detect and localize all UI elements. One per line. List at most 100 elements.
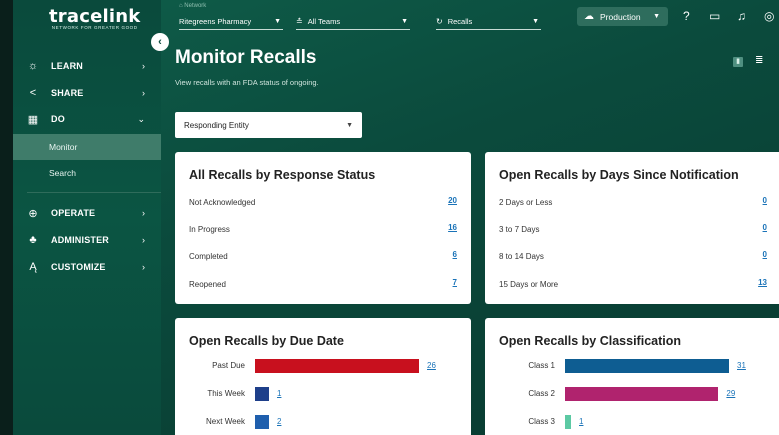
bar-label: Next Week bbox=[206, 417, 245, 426]
caret-down-icon: ▼ bbox=[346, 121, 353, 129]
bar-value[interactable]: 26 bbox=[427, 361, 436, 370]
status-row-label: In Progress bbox=[189, 224, 230, 234]
card-title: Open Recalls by Days Since Notification bbox=[499, 168, 739, 182]
team-select-value: All Teams bbox=[307, 17, 341, 26]
bar-label: Class 1 bbox=[528, 361, 555, 370]
days-row-label: 15 Days or More bbox=[499, 279, 559, 289]
sidebar-item-learn[interactable]: ☼ LEARN › bbox=[13, 55, 161, 77]
user-gear-icon: ♣ bbox=[29, 234, 37, 246]
team-select[interactable]: ≛ All Teams ▼ bbox=[296, 14, 410, 30]
app-select-value: Recalls bbox=[447, 17, 473, 26]
sidebar-item-label: SHARE bbox=[51, 88, 84, 98]
page-subtitle: View recalls with an FDA status of ongoi… bbox=[175, 78, 319, 87]
status-row-label: Completed bbox=[189, 251, 228, 261]
caret-down-icon: ▼ bbox=[274, 18, 281, 25]
app-frame: tracelink NETWORK FOR GREATER GOOD ‹ ☼ L… bbox=[0, 0, 779, 435]
bar-value[interactable]: 2 bbox=[277, 417, 281, 426]
bar[interactable] bbox=[255, 415, 269, 429]
chart-view-icon[interactable]: ▮ bbox=[733, 57, 743, 67]
tracelink-logo[interactable]: tracelink NETWORK FOR GREATER GOOD bbox=[49, 6, 140, 30]
sidebar-divider bbox=[27, 192, 161, 193]
bar-label: Class 2 bbox=[528, 389, 555, 398]
account-icon[interactable]: ◎ bbox=[764, 9, 774, 23]
chat-icon[interactable]: ▭ bbox=[709, 9, 720, 23]
app-select[interactable]: ↻ Recalls ▼ bbox=[436, 14, 541, 30]
card-classification: Open Recalls by Classification Class 1 31… bbox=[485, 318, 779, 435]
network-label-text: Network bbox=[184, 3, 207, 9]
share-icon: < bbox=[29, 87, 37, 99]
status-row-label: Not Acknowledged bbox=[189, 197, 256, 207]
sidebar-item-customize[interactable]: Ą CUSTOMIZE › bbox=[13, 256, 161, 278]
caret-down-icon: ▼ bbox=[401, 18, 408, 25]
days-row-value[interactable]: 0 bbox=[763, 250, 767, 259]
bar-label: Class 3 bbox=[528, 417, 555, 426]
network-select-value: Ritegreens Pharmacy bbox=[179, 17, 252, 26]
environment-button[interactable]: ☁ Production ▼ bbox=[577, 7, 668, 26]
sidebar-item-operate[interactable]: ⊕ OPERATE › bbox=[13, 202, 161, 224]
chevron-right-icon: › bbox=[142, 208, 145, 218]
chevron-right-icon: › bbox=[142, 88, 145, 98]
chevron-down-icon: ⌄ bbox=[137, 113, 145, 124]
bar-value[interactable]: 29 bbox=[726, 389, 735, 398]
status-row-value[interactable]: 6 bbox=[453, 250, 457, 259]
globe-icon: ⊕ bbox=[28, 207, 38, 220]
card-title: Open Recalls by Classification bbox=[499, 334, 682, 348]
days-row-value[interactable]: 0 bbox=[763, 223, 767, 232]
card-due-date: Open Recalls by Due Date Past Due 26 This … bbox=[175, 318, 471, 435]
help-icon[interactable]: ? bbox=[683, 9, 690, 23]
caret-down-icon: ▼ bbox=[653, 13, 660, 20]
responding-entity-dropdown[interactable]: Responding Entity ▼ bbox=[175, 112, 362, 138]
card-days-since-notification: Open Recalls by Days Since Notification … bbox=[485, 152, 779, 304]
bar-value[interactable]: 31 bbox=[737, 361, 746, 370]
sidebar-item-share[interactable]: < SHARE › bbox=[13, 82, 161, 104]
chevron-left-icon[interactable]: ‹ bbox=[151, 33, 169, 51]
cloud-icon: ☁ bbox=[584, 11, 594, 22]
bar[interactable] bbox=[565, 359, 729, 373]
list-view-icon[interactable]: ≣ bbox=[755, 55, 763, 66]
bar-value[interactable]: 1 bbox=[579, 417, 583, 426]
sidebar-item-label: DO bbox=[51, 114, 65, 124]
chevron-right-icon: › bbox=[142, 262, 145, 272]
bell-icon[interactable]: ♫ bbox=[737, 9, 746, 23]
sidebar-item-label: ADMINISTER bbox=[51, 235, 109, 245]
days-row-value[interactable]: 0 bbox=[763, 196, 767, 205]
bar[interactable] bbox=[565, 387, 719, 401]
network-label: ⌂ Network bbox=[179, 3, 206, 9]
card-response-status: All Recalls by Response Status Not Ackno… bbox=[175, 152, 471, 304]
sidebar-item-label: LEARN bbox=[51, 61, 83, 71]
sidebar: tracelink NETWORK FOR GREATER GOOD ‹ ☼ L… bbox=[13, 0, 169, 435]
days-row-label: 3 to 7 Days bbox=[499, 224, 540, 234]
lightbulb-icon: ☼ bbox=[27, 60, 39, 72]
chevron-right-icon: › bbox=[142, 235, 145, 245]
sidebar-item-label: OPERATE bbox=[51, 208, 96, 218]
logo-tagline: NETWORK FOR GREATER GOOD bbox=[51, 25, 138, 30]
bar[interactable] bbox=[255, 387, 269, 401]
window-edge bbox=[0, 0, 13, 435]
page-title: Monitor Recalls bbox=[175, 47, 317, 68]
chevron-right-icon: › bbox=[142, 61, 145, 71]
status-row-label: Reopened bbox=[189, 279, 226, 289]
sidebar-item-do[interactable]: ▦ DO ⌄ bbox=[13, 108, 161, 130]
recalls-icon: ↻ bbox=[436, 17, 443, 26]
network-select[interactable]: Ritegreens Pharmacy ▼ bbox=[179, 14, 283, 30]
bar-label: This Week bbox=[207, 389, 245, 398]
days-row-value[interactable]: 13 bbox=[758, 278, 767, 287]
card-title: All Recalls by Response Status bbox=[189, 168, 376, 182]
caret-down-icon: ▼ bbox=[532, 18, 539, 25]
dropdown-value: Responding Entity bbox=[184, 120, 249, 130]
bar-value[interactable]: 1 bbox=[277, 389, 281, 398]
customize-icon: Ą bbox=[29, 261, 37, 273]
sidebar-item-label: CUSTOMIZE bbox=[51, 262, 106, 272]
sidebar-item-administer[interactable]: ♣ ADMINISTER › bbox=[13, 229, 161, 251]
bar[interactable] bbox=[255, 359, 419, 373]
sidebar-subitem-monitor[interactable]: Monitor bbox=[13, 134, 161, 160]
status-row-value[interactable]: 20 bbox=[448, 196, 457, 205]
status-row-value[interactable]: 7 bbox=[453, 278, 457, 287]
days-row-label: 8 to 14 Days bbox=[499, 251, 544, 261]
bar[interactable] bbox=[565, 415, 571, 429]
days-row-label: 2 Days or Less bbox=[499, 197, 553, 207]
team-icon: ≛ bbox=[296, 17, 303, 26]
sidebar-subitem-search[interactable]: Search bbox=[13, 160, 161, 186]
status-row-value[interactable]: 16 bbox=[448, 223, 457, 232]
logo-text: tracelink bbox=[49, 6, 141, 27]
